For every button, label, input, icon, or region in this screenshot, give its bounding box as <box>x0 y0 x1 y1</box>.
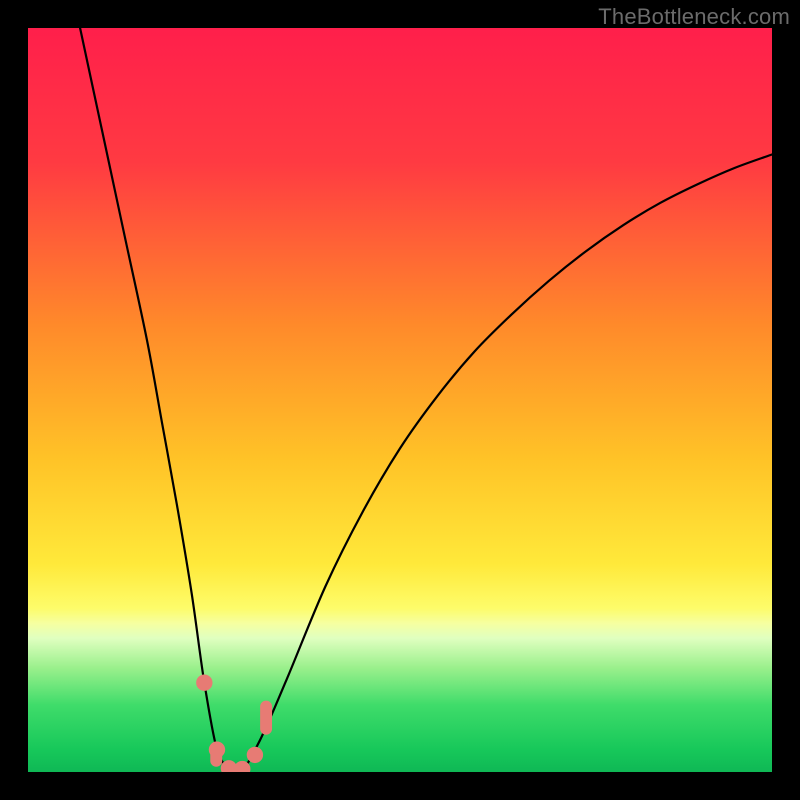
chart-frame <box>28 28 772 772</box>
marker-pill <box>210 741 222 766</box>
marker-pill <box>260 701 272 735</box>
bottleneck-chart <box>28 28 772 772</box>
watermark-text: TheBottleneck.com <box>598 4 790 30</box>
gradient-background <box>28 28 772 772</box>
marker-dot <box>196 675 212 691</box>
marker-dot <box>247 747 263 763</box>
